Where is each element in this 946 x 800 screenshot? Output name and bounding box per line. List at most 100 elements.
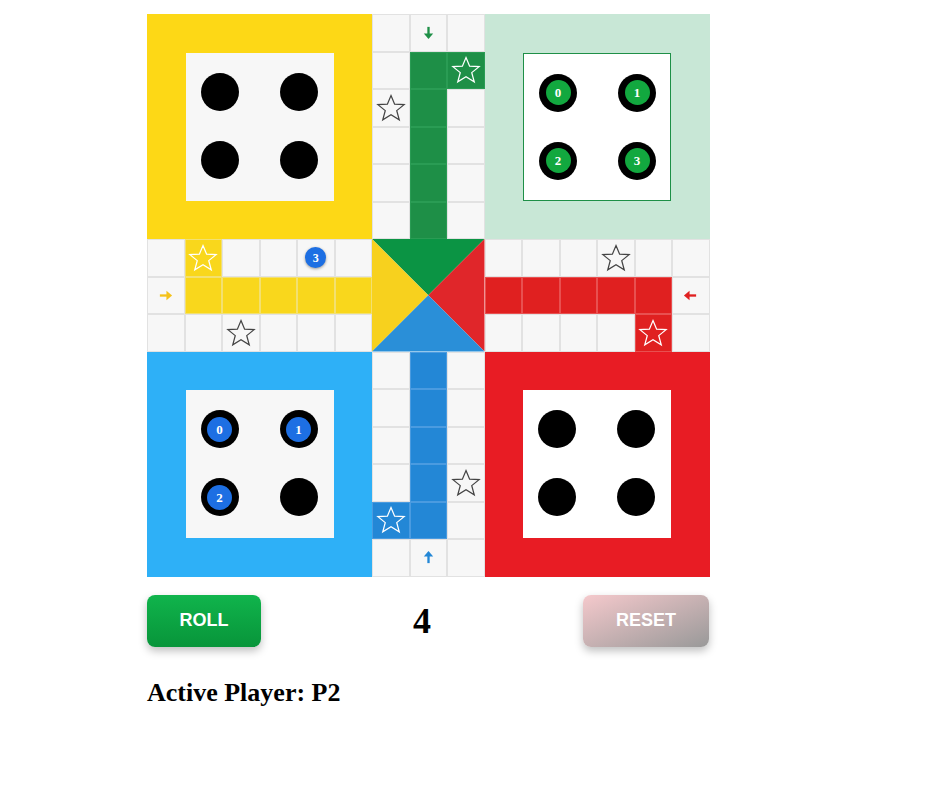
board-cell [260, 314, 298, 352]
token-label: 0 [555, 86, 562, 99]
token-slot [280, 478, 318, 516]
board-cell [372, 464, 410, 502]
star-icon [226, 318, 256, 348]
token-slot [201, 73, 239, 111]
board-cell [447, 89, 485, 127]
board-cell [335, 314, 373, 352]
token-slot [617, 410, 655, 448]
board-cell [672, 277, 710, 315]
board-cell [372, 89, 410, 127]
board-cell [410, 89, 448, 127]
board-cell [147, 239, 185, 277]
token-slot [201, 141, 239, 179]
board-cell [522, 239, 560, 277]
star-icon [451, 55, 481, 85]
arrow-left-icon [683, 288, 698, 303]
active-player: Active Player: P2 [147, 673, 946, 712]
board-cell [410, 464, 448, 502]
dice-value: 4 [413, 603, 431, 639]
star-icon [376, 93, 406, 123]
arrow-up-icon [421, 550, 436, 565]
board-cell [222, 277, 260, 315]
arrow-down-icon [421, 25, 436, 40]
board-cell [372, 427, 410, 465]
board-cell [410, 539, 448, 577]
token-slot: 0 [201, 410, 239, 448]
board-cell [372, 127, 410, 165]
token-slot [538, 410, 576, 448]
board-cell [372, 352, 410, 390]
token[interactable]: 0 [207, 417, 232, 442]
board-cell [222, 314, 260, 352]
home-red [485, 352, 710, 577]
board-cell [672, 239, 710, 277]
controls: ROLL 4 RESET [147, 595, 709, 647]
board-cell [297, 277, 335, 315]
board-cell [410, 14, 448, 52]
board-token[interactable]: 3 [305, 247, 326, 268]
home-yellow [147, 14, 372, 239]
board-cell [185, 314, 223, 352]
home-center [372, 239, 485, 352]
board-cell [560, 314, 598, 352]
home-green: 0 1 2 3 [485, 14, 710, 239]
board-cell [522, 277, 560, 315]
board-cell [372, 502, 410, 540]
board-cell [447, 164, 485, 202]
board-cell [522, 314, 560, 352]
board-cell [260, 239, 298, 277]
board-cell [447, 352, 485, 390]
token[interactable]: 0 [546, 80, 571, 105]
token[interactable]: 2 [546, 148, 571, 173]
token-label: 2 [216, 491, 223, 504]
board-cell [447, 464, 485, 502]
token[interactable]: 1 [625, 80, 650, 105]
token-slot [538, 478, 576, 516]
arrow-right-icon [158, 288, 173, 303]
roll-button[interactable]: ROLL [147, 595, 261, 647]
board-cell [560, 277, 598, 315]
board-cell [410, 502, 448, 540]
home-yard [186, 53, 334, 201]
board-cell [185, 277, 223, 315]
home-blue: 0 1 2 [147, 352, 372, 577]
board-cell [410, 389, 448, 427]
token-slot [280, 73, 318, 111]
board-cell [597, 314, 635, 352]
token-label: 3 [634, 154, 641, 167]
home-yard: 0 1 2 3 [523, 53, 671, 201]
star-icon [188, 243, 218, 273]
token-label: 1 [634, 86, 641, 99]
board-cell [260, 277, 298, 315]
board-cell [447, 427, 485, 465]
token-slot: 1 [618, 74, 656, 112]
board-cell [147, 314, 185, 352]
token[interactable]: 1 [286, 417, 311, 442]
token-label: 0 [216, 423, 223, 436]
star-icon [601, 243, 631, 273]
token[interactable]: 2 [207, 485, 232, 510]
page: 3 0 1 2 3 0 1 2 ROLL 4 RESET Active Player: P2 [0, 0, 946, 800]
token-label: 3 [313, 252, 319, 264]
token[interactable]: 3 [625, 148, 650, 173]
board-cell [447, 52, 485, 90]
token-slot: 0 [539, 74, 577, 112]
board-cell [485, 239, 523, 277]
reset-button[interactable]: RESET [583, 595, 709, 647]
board-cell [447, 202, 485, 240]
board-cell [410, 352, 448, 390]
board-cell [185, 239, 223, 277]
star-icon [451, 468, 481, 498]
board-cell [372, 389, 410, 427]
board-cell [672, 314, 710, 352]
star-icon [638, 318, 668, 348]
board-cell: 3 [297, 239, 335, 277]
board-cell [372, 52, 410, 90]
board-cell [635, 239, 673, 277]
board-cell [410, 427, 448, 465]
token-slot [617, 478, 655, 516]
board-cell [485, 314, 523, 352]
board-cell [560, 239, 598, 277]
home-yard [523, 390, 671, 538]
board-cell [410, 127, 448, 165]
